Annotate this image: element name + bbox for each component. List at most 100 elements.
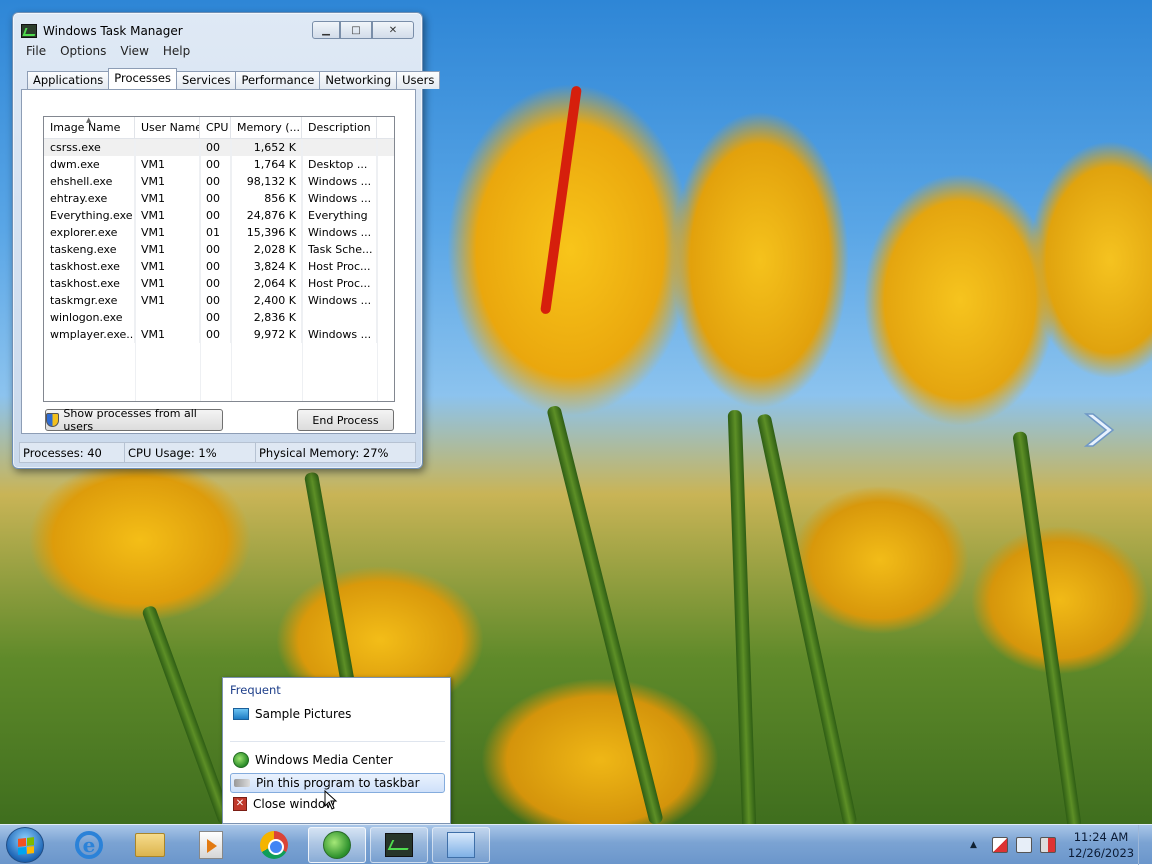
cell-description: Windows ... [302,190,377,207]
end-process-button[interactable]: End Process [297,409,394,431]
taskbar-control-panel[interactable] [432,827,490,863]
clock-date: 12/26/2023 [1067,846,1135,860]
clock[interactable]: 11:24 AM 12/26/2023 [1064,829,1138,861]
cell-image-name: taskhost.exe [44,275,135,292]
cell-memory: 9,972 K [231,326,302,343]
chrome-icon [260,831,288,859]
processes-panel: ▲ Image Name User Name CPU Memory (... De… [21,89,416,434]
volume-muted-icon[interactable] [1040,837,1056,853]
tab-networking[interactable]: Networking [319,71,398,89]
table-row[interactable]: taskeng.exe VM1 00 2,028 K Task Sche... [44,241,394,258]
column-description[interactable]: Description [302,117,377,139]
cell-image-name: winlogon.exe [44,309,135,326]
cell-image-name: wmplayer.exe... [44,326,135,343]
action-center-flag-icon[interactable] [992,837,1008,853]
table-row[interactable]: winlogon.exe 00 2,836 K [44,309,394,326]
show-desktop-button[interactable] [1138,825,1152,865]
window-title: Windows Task Manager [43,24,183,38]
start-button[interactable] [6,827,44,863]
pin-icon [234,779,250,787]
chevron-right-icon[interactable] [1078,410,1118,450]
jump-item-windows-media-center[interactable]: Windows Media Center [230,750,445,770]
table-row[interactable]: taskhost.exe VM1 00 2,064 K Host Proc... [44,275,394,292]
tab-processes[interactable]: Processes [108,68,177,89]
menu-options[interactable]: Options [53,43,113,61]
taskbar-task-manager[interactable] [370,827,428,863]
status-processes: Processes: 40 [19,442,124,463]
table-row[interactable]: taskhost.exe VM1 00 3,824 K Host Proc... [44,258,394,275]
cell-image-name: ehtray.exe [44,190,135,207]
table-row[interactable]: explorer.exe VM1 01 15,396 K Windows ... [44,224,394,241]
red-streak [540,85,582,315]
title-bar[interactable]: Windows Task Manager [21,22,183,40]
cell-user-name: VM1 [135,241,200,258]
taskbar-chrome[interactable] [245,827,303,863]
table-row[interactable]: ehshell.exe VM1 00 98,132 K Windows ... [44,173,394,190]
show-all-users-button[interactable]: Show processes from all users [45,407,223,433]
tab-performance[interactable]: Performance [235,71,321,89]
taskbar-media-center[interactable] [308,827,366,863]
cell-user-name: VM1 [135,326,200,343]
table-row[interactable]: taskmgr.exe VM1 00 2,400 K Windows ... [44,292,394,309]
table-row[interactable]: wmplayer.exe... VM1 00 9,972 K Windows ... [44,326,394,343]
column-cpu[interactable]: CPU [200,117,231,139]
jump-item-label: Pin this program to taskbar [256,776,420,790]
cell-memory: 856 K [231,190,302,207]
network-icon[interactable] [1016,837,1032,853]
cell-user-name: VM1 [135,156,200,173]
table-row[interactable]: Everything.exe VM1 00 24,876 K Everything [44,207,394,224]
cell-memory: 15,396 K [231,224,302,241]
tab-services[interactable]: Services [175,71,237,89]
maximize-button[interactable]: □ [340,21,372,39]
taskbar-windows-explorer[interactable] [121,827,179,863]
close-icon: ✕ [388,24,398,36]
cell-image-name: dwm.exe [44,156,135,173]
tab-users[interactable]: Users [396,71,441,89]
cell-memory: 3,824 K [231,258,302,275]
table-row[interactable]: csrss.exe 00 1,652 K [44,139,394,156]
cell-cpu: 01 [200,224,231,241]
pictures-icon [233,708,249,720]
taskbar-media-player[interactable] [182,827,240,863]
close-button[interactable]: ✕ [372,21,414,39]
cell-cpu: 00 [200,207,231,224]
table-row[interactable]: ehtray.exe VM1 00 856 K Windows ... [44,190,394,207]
table-row[interactable]: dwm.exe VM1 00 1,764 K Desktop ... [44,156,394,173]
media-center-icon [323,831,351,859]
column-memory[interactable]: Memory (... [231,117,302,139]
cell-user-name: VM1 [135,224,200,241]
system-tray: ▲ 11:24 AM 12/26/2023 [970,825,1152,865]
menu-view[interactable]: View [113,43,155,61]
tab-applications[interactable]: Applications [27,71,110,89]
taskbar: e ▲ 11:24 AM 12/26/2023 [0,824,1152,865]
cell-memory: 2,400 K [231,292,302,309]
cell-memory: 98,132 K [231,173,302,190]
menu-file[interactable]: File [19,43,53,61]
tulip-stem [756,413,858,824]
internet-explorer-icon: e [75,831,103,859]
minimize-button[interactable]: ▁ [312,21,340,39]
cell-image-name: csrss.exe [44,139,135,156]
cell-cpu: 00 [200,326,231,343]
cell-user-name: VM1 [135,275,200,292]
process-list[interactable]: ▲ Image Name User Name CPU Memory (... De… [43,116,395,402]
separator [230,741,445,742]
tulip-stem [727,409,757,824]
cell-description: Everything [302,207,377,224]
media-center-icon [233,752,249,768]
jump-item-label: Close window [253,797,336,811]
cell-description: Desktop ... [302,156,377,173]
menu-help[interactable]: Help [156,43,197,61]
column-label: Description [308,121,371,134]
column-user-name[interactable]: User Name [135,117,200,139]
folder-icon [135,833,165,857]
taskbar-internet-explorer[interactable]: e [60,827,118,863]
show-hidden-icons-icon[interactable]: ▲ [970,840,984,850]
minimize-icon: ▁ [322,24,330,36]
status-memory: Physical Memory: 27% [255,442,416,463]
jump-item-sample-pictures[interactable]: Sample Pictures [230,704,445,724]
task-manager-window: Windows Task Manager ▁ □ ✕ File Options … [12,12,441,469]
column-image-name[interactable]: ▲ Image Name [44,117,135,139]
cell-user-name [135,139,200,156]
cell-description: Windows ... [302,326,377,343]
